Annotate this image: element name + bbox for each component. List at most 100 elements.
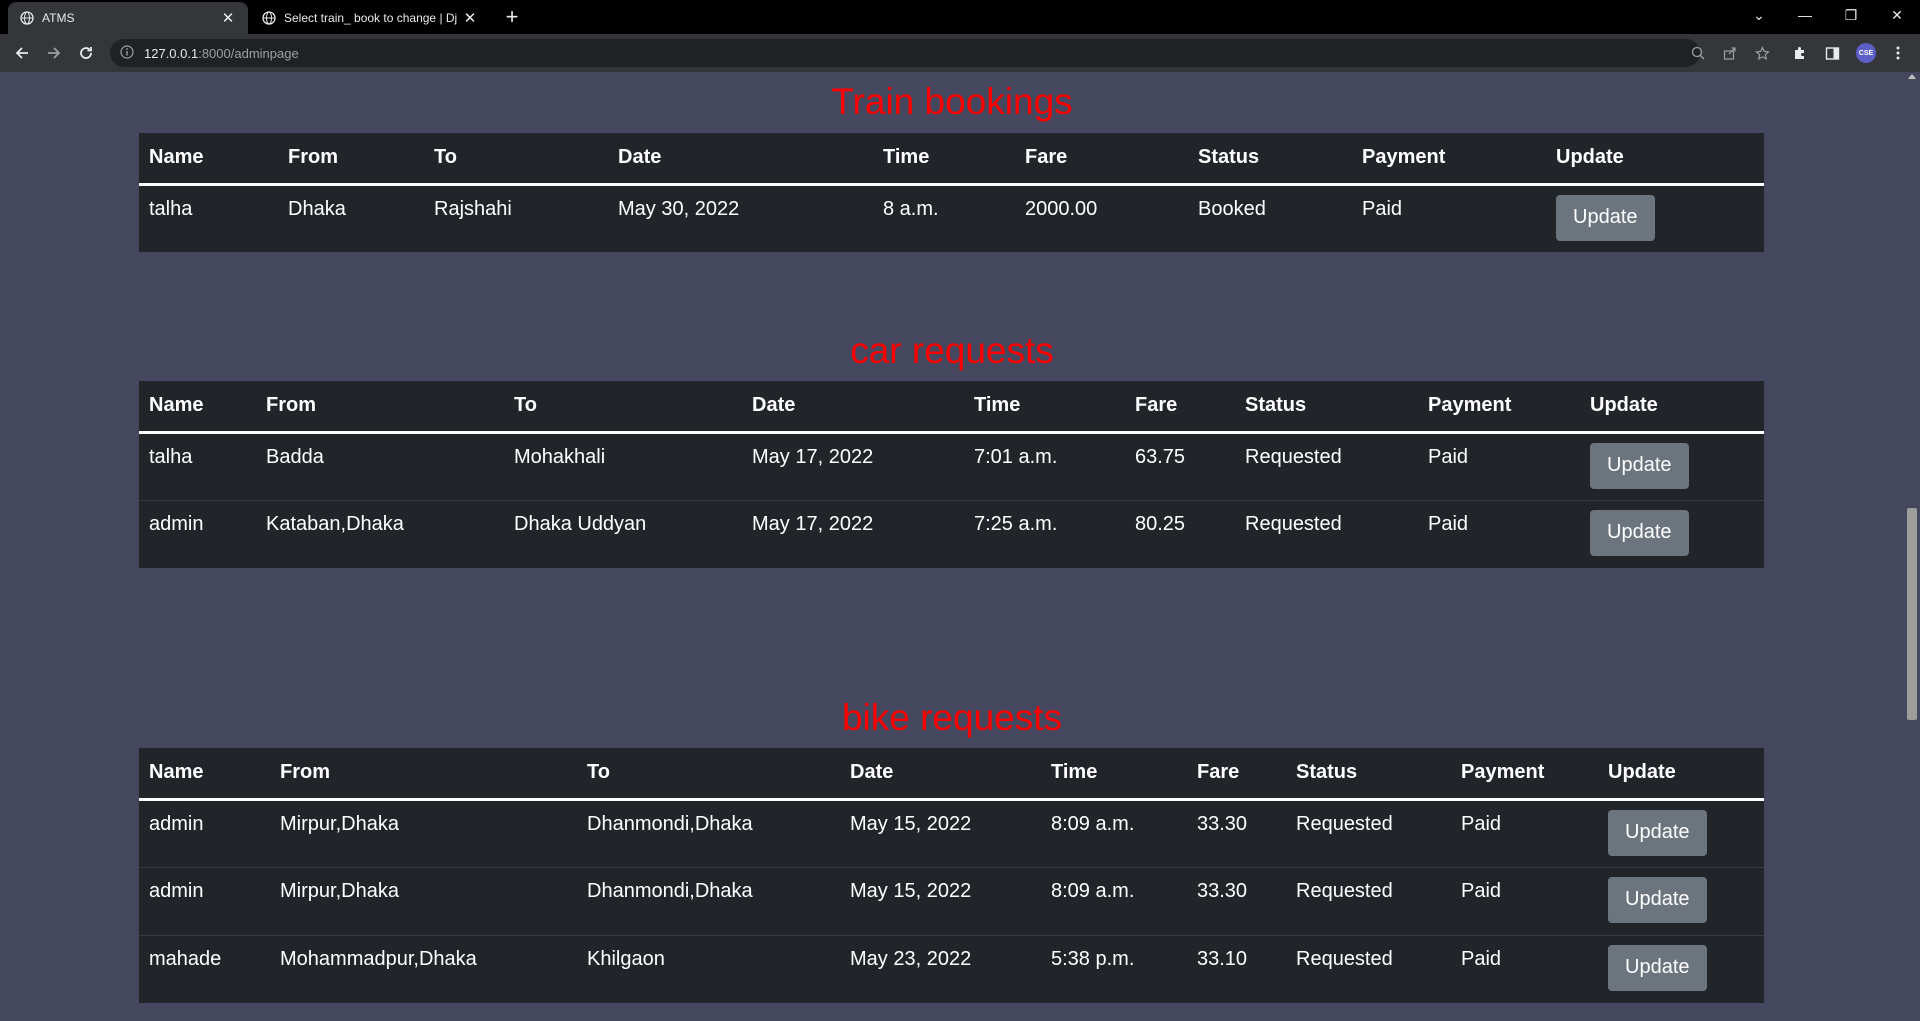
menu-dots-icon[interactable] [1888,43,1908,63]
url-path: :8000/adminpage [198,45,299,61]
cell-date: May 23, 2022 [850,947,972,970]
column-header: Update [1546,133,1764,186]
column-header: Name [139,748,270,801]
scroll-up-arrow-icon[interactable] [1908,74,1916,79]
page-scrollbar[interactable] [1904,72,1920,1021]
globe-icon [262,11,276,25]
share-icon[interactable] [1720,43,1740,63]
close-tab-icon[interactable]: ✕ [220,10,236,27]
column-header: Fare [1187,748,1286,801]
column-header: From [256,381,504,434]
info-icon[interactable] [120,45,136,61]
url-host: 127.0.0.1 [144,45,199,61]
address-bar[interactable]: 127.0.0.1:8000/adminpage [110,39,1700,67]
cell-time: 5:38 p.m. [1051,947,1135,970]
update-button[interactable]: Update [1608,944,1707,991]
cell-fare: 33.30 [1187,799,1286,868]
profile-avatar[interactable]: CSE [1856,43,1876,63]
cell-update: Update [1580,500,1764,568]
tab-select-train[interactable]: Select train_ book to change | Dj ✕ [250,2,490,34]
cell-update: Update [1598,935,1764,1003]
scrollbar-thumb[interactable] [1907,508,1917,720]
cell-fare: 63.75 [1125,432,1235,501]
column-header: Time [964,381,1125,434]
cell-payment: Paid [1428,512,1469,535]
cell-time: 8:09 a.m. [1041,867,1187,936]
cell-fare: 2000.00 [1025,197,1098,220]
column-header: To [424,133,608,186]
cell-payment: Paid [1461,947,1502,970]
page-content: Train bookings Name From To Date Time Fa… [0,72,1904,1021]
cell-to: Khilgaon [587,947,665,970]
cell-name: talha [149,197,193,220]
update-button[interactable]: Update [1590,509,1689,556]
tab-title: Select train_ book to change | Dj [284,11,458,25]
table-header-row: Name From To Date Time Fare Status Payme… [139,381,1764,434]
extensions-icon[interactable] [1790,43,1810,63]
cell-date: May 15, 2022 [840,867,1041,936]
cell-status: Requested [1235,432,1418,501]
cell-status: Requested [1286,867,1451,936]
close-tab-icon[interactable]: ✕ [462,10,478,27]
bike-requests-title: bike requests [841,697,1063,738]
cell-time: 7:01 a.m. [964,432,1125,501]
column-header: Fare [1015,133,1188,186]
tab-strip: ATMS ✕ Select train_ book to change | Dj… [0,0,1920,34]
cell-to: Rajshahi [434,197,512,220]
column-header: To [577,748,840,801]
update-button[interactable]: Update [1590,442,1689,489]
cell-fare: 33.30 [1187,867,1286,936]
column-header: Date [608,133,873,186]
column-header: Payment [1451,748,1598,801]
back-icon[interactable] [8,39,36,67]
cell-from: Badda [256,432,504,501]
minimize-icon[interactable]: — [1782,0,1828,30]
new-tab-button[interactable]: + [500,6,524,30]
cell-payment: Paid [1451,799,1598,868]
column-header: Time [873,133,1015,186]
column-header: Date [840,748,1041,801]
column-header: Status [1188,133,1352,186]
train-bookings-table: Name From To Date Time Fare Status Payme… [139,133,1764,252]
column-header: Payment [1352,133,1546,186]
column-header: Update [1598,748,1764,801]
update-button[interactable]: Update [1608,809,1707,856]
cell-to: Dhanmondi,Dhaka [577,799,840,868]
tab-title: ATMS [42,11,75,25]
cell-from: Kataban,Dhaka [266,512,404,535]
column-header: Fare [1125,381,1235,434]
train-bookings-title: Train bookings [831,81,1073,122]
column-header: Name [139,381,256,434]
cell-time: 8:09 a.m. [1041,799,1187,868]
column-header: Payment [1418,381,1580,434]
column-header: Name [139,133,278,186]
cell-fare: 33.10 [1197,947,1248,970]
column-header: To [504,381,742,434]
reload-icon[interactable] [72,39,100,67]
column-header: Date [742,381,964,434]
restore-icon[interactable]: ❐ [1828,0,1874,30]
column-header: Status [1235,381,1418,434]
zoom-icon[interactable] [1688,43,1708,63]
cell-from: Dhaka [288,197,346,220]
update-button[interactable]: Update [1556,194,1655,241]
side-panel-icon[interactable] [1822,43,1842,63]
cell-from: Mirpur,Dhaka [270,867,577,936]
table-row: mahade Mohammadpur,Dhaka Khilgaon May 23… [139,935,1764,1003]
cell-name: admin [149,512,204,535]
cell-time: 7:25 a.m. [974,512,1058,535]
cell-name: talha [139,432,256,501]
cell-name: admin [139,799,270,868]
bookmark-star-icon[interactable] [1752,43,1772,63]
close-window-icon[interactable]: ✕ [1874,0,1920,30]
tab-atms[interactable]: ATMS ✕ [8,2,248,34]
table-row: admin Mirpur,Dhaka Dhanmondi,Dhaka May 1… [139,799,1764,868]
cell-update: Update [1598,799,1764,868]
cell-update: Update [1580,432,1764,501]
tab-search-icon[interactable]: ⌄ [1736,0,1782,30]
cell-from: Mohammadpur,Dhaka [280,947,477,970]
bike-requests-table: Name From To Date Time Fare Status Payme… [139,748,1764,1003]
table-header-row: Name From To Date Time Fare Status Payme… [139,133,1764,186]
forward-icon[interactable] [40,39,68,67]
update-button[interactable]: Update [1608,876,1707,923]
